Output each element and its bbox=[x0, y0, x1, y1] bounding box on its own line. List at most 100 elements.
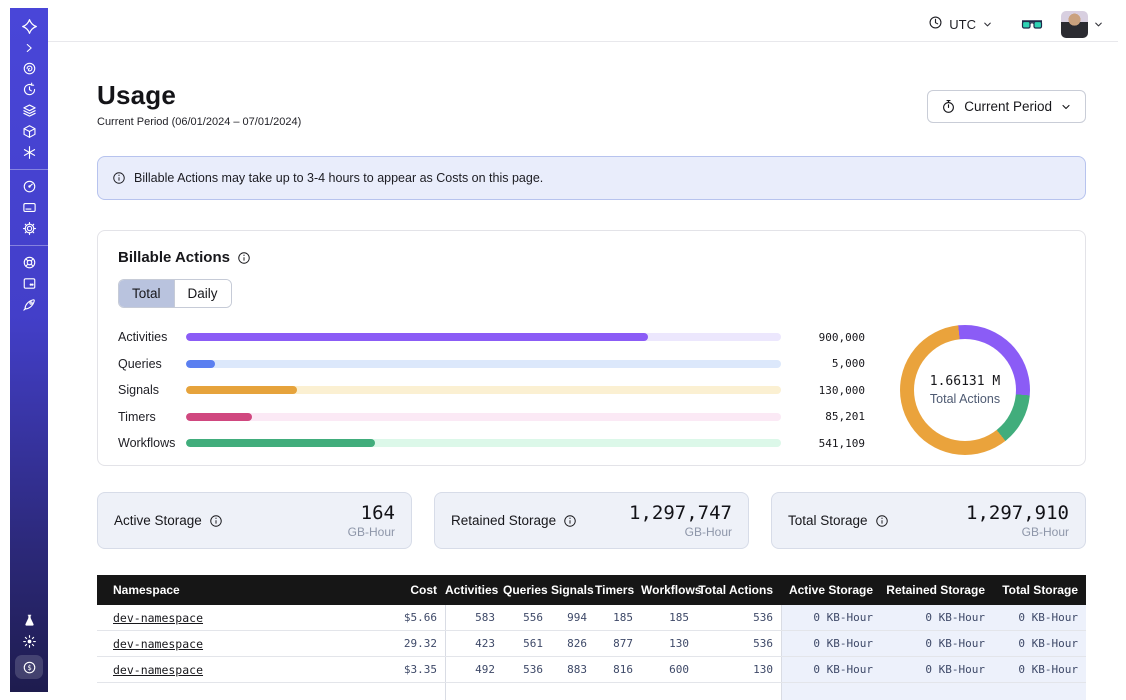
cell-total-storage: 0 KB-Hour bbox=[993, 605, 1086, 630]
svg-text:$: $ bbox=[27, 662, 31, 671]
avatar bbox=[1061, 11, 1088, 38]
current-period-dropdown[interactable]: Current Period bbox=[927, 90, 1086, 123]
expand-chevron-right-icon[interactable] bbox=[10, 37, 48, 58]
info-banner: Billable Actions may take up to 3-4 hour… bbox=[97, 156, 1086, 200]
lifebuoy-support-icon[interactable] bbox=[10, 252, 48, 273]
cell-timers: 816 bbox=[595, 657, 641, 682]
spiral-namespaces-icon[interactable] bbox=[10, 58, 48, 79]
flask-labs-icon[interactable] bbox=[10, 610, 48, 631]
temporal-logo-icon[interactable] bbox=[10, 16, 48, 37]
billable-actions-title: Billable Actions bbox=[118, 249, 230, 266]
storage-value: 1,297,747 bbox=[629, 502, 732, 524]
dollar-coin-usage-icon[interactable]: $ bbox=[10, 652, 48, 682]
info-icon[interactable] bbox=[875, 514, 889, 528]
cell-timers: 877 bbox=[595, 631, 641, 656]
bar-row-workflows: Workflows 541,109 bbox=[118, 430, 865, 457]
cell-cost: $5.66 bbox=[361, 605, 445, 630]
monitor-feedback-icon[interactable] bbox=[10, 273, 48, 294]
col-timers: Timers bbox=[595, 583, 641, 597]
active-storage-card: Active Storage 164 GB-Hour bbox=[97, 492, 412, 549]
bar-label: Workflows bbox=[118, 436, 186, 450]
rocket-getting-started-icon[interactable] bbox=[10, 294, 48, 315]
active-item-highlight: $ bbox=[15, 655, 43, 679]
namespace-link[interactable]: dev-namespace bbox=[113, 637, 203, 651]
bar-track bbox=[186, 413, 781, 421]
bar-value: 5,000 bbox=[781, 357, 865, 370]
col-total-actions: Total Actions bbox=[697, 583, 781, 597]
info-icon bbox=[112, 171, 126, 185]
cell-queries: 556 bbox=[503, 605, 551, 630]
table-body: dev-namespace $5.66 583 556 994 185 185 … bbox=[97, 605, 1086, 700]
col-namespace: Namespace bbox=[97, 583, 361, 597]
cell-total-actions: 130 bbox=[697, 657, 781, 682]
glasses-icon[interactable] bbox=[1021, 17, 1043, 32]
table-row: dev-namespace 29.32 423 561 826 877 130 … bbox=[97, 631, 1086, 657]
cell-workflows: 600 bbox=[641, 657, 697, 682]
banner-text: Billable Actions may take up to 3-4 hour… bbox=[134, 171, 543, 185]
credit-card-billing-icon[interactable] bbox=[10, 197, 48, 218]
billable-actions-card: Billable Actions Total Daily Activities … bbox=[97, 230, 1086, 466]
cell-total-storage: 0 KB-Hour bbox=[993, 631, 1086, 656]
cell-total-actions: 536 bbox=[697, 631, 781, 656]
cell-retained-storage: 0 KB-Hour bbox=[881, 657, 993, 682]
chevron-down-icon bbox=[982, 19, 993, 30]
clock-reload-schedules-icon[interactable] bbox=[10, 79, 48, 100]
donut-center: 1.66131 M Total Actions bbox=[914, 339, 1016, 441]
namespace-link[interactable]: dev-namespace bbox=[113, 611, 203, 625]
sun-theme-icon[interactable] bbox=[10, 631, 48, 652]
sidebar-divider bbox=[10, 169, 48, 170]
user-menu[interactable] bbox=[1061, 11, 1104, 38]
cell-total-storage: 0 KB-Hour bbox=[993, 657, 1086, 682]
tab-total[interactable]: Total bbox=[119, 280, 174, 307]
bar-label: Signals bbox=[118, 383, 186, 397]
sidebar-divider bbox=[10, 245, 48, 246]
gauge-usage-icon[interactable] bbox=[10, 176, 48, 197]
storage-unit: GB-Hour bbox=[348, 525, 395, 539]
cube-deployments-icon[interactable] bbox=[10, 121, 48, 142]
cell-queries: 536 bbox=[503, 657, 551, 682]
bar-value: 541,109 bbox=[781, 437, 865, 450]
col-cost: Cost bbox=[361, 583, 445, 597]
retained-storage-card: Retained Storage 1,297,747 GB-Hour bbox=[434, 492, 749, 549]
cell-activities: 492 bbox=[445, 657, 503, 682]
table-row-partial bbox=[97, 683, 1086, 700]
cell-signals: 994 bbox=[551, 605, 595, 630]
chevron-down-icon bbox=[1093, 19, 1104, 30]
cell-timers: 185 bbox=[595, 605, 641, 630]
storage-cards: Active Storage 164 GB-Hour Retained Stor… bbox=[97, 492, 1086, 549]
bar-track bbox=[186, 386, 781, 394]
table-row: dev-namespace $5.66 583 556 994 185 185 … bbox=[97, 605, 1086, 631]
gear-settings-icon[interactable] bbox=[10, 218, 48, 239]
bar-label: Timers bbox=[118, 410, 186, 424]
bar-chart: Activities 900,000 Queries 5,000 Signals… bbox=[118, 324, 865, 457]
asterisk-nexus-icon[interactable] bbox=[10, 142, 48, 163]
info-icon[interactable] bbox=[237, 251, 251, 265]
info-icon[interactable] bbox=[209, 514, 223, 528]
bar-label: Activities bbox=[118, 330, 186, 344]
main-content: Usage Current Period (06/01/2024 – 07/01… bbox=[97, 42, 1086, 700]
bar-fill bbox=[186, 439, 375, 447]
col-workflows: Workflows bbox=[641, 583, 697, 597]
bar-value: 900,000 bbox=[781, 331, 865, 344]
cell-workflows: 185 bbox=[641, 605, 697, 630]
storage-value: 164 bbox=[348, 502, 395, 524]
layers-icon[interactable] bbox=[10, 100, 48, 121]
cell-cost: $3.35 bbox=[361, 657, 445, 682]
col-signals: Signals bbox=[551, 583, 595, 597]
bar-row-activities: Activities 900,000 bbox=[118, 324, 865, 351]
info-icon[interactable] bbox=[563, 514, 577, 528]
table-header-row: Namespace Cost Activities Queries Signal… bbox=[97, 575, 1086, 605]
timezone-selector[interactable]: UTC bbox=[928, 15, 993, 35]
namespace-link[interactable]: dev-namespace bbox=[113, 663, 203, 677]
storage-card-label: Total Storage bbox=[788, 513, 868, 528]
bar-row-timers: Timers 85,201 bbox=[118, 404, 865, 431]
total-storage-card: Total Storage 1,297,910 GB-Hour bbox=[771, 492, 1086, 549]
tab-daily[interactable]: Daily bbox=[174, 280, 231, 307]
bar-fill bbox=[186, 386, 297, 394]
cell-active-storage: 0 KB-Hour bbox=[781, 605, 881, 630]
col-retained-storage: Retained Storage bbox=[881, 583, 993, 597]
cell-activities: 583 bbox=[445, 605, 503, 630]
total-actions-value: 1.66131 M bbox=[930, 374, 1000, 389]
col-queries: Queries bbox=[503, 583, 551, 597]
cell-retained-storage: 0 KB-Hour bbox=[881, 631, 993, 656]
